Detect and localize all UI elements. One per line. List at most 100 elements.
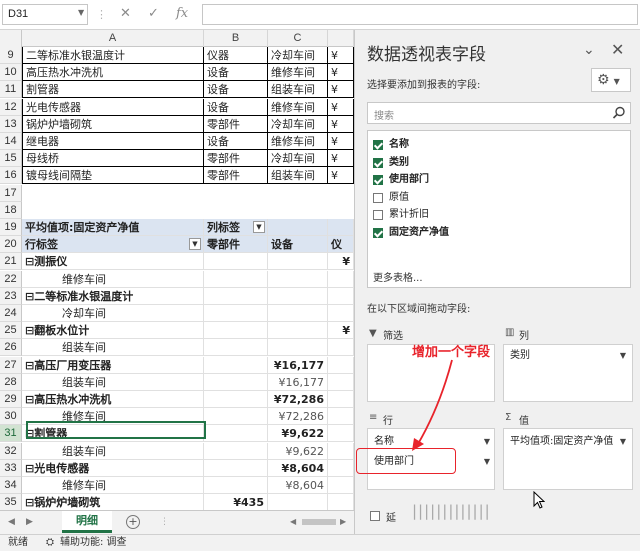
- cell-c[interactable]: ¥72,286: [268, 408, 328, 426]
- cell-d[interactable]: [328, 305, 354, 322]
- column-header-c[interactable]: C: [268, 30, 328, 47]
- cell-c[interactable]: [268, 305, 328, 322]
- column-header-a[interactable]: A: [22, 30, 204, 47]
- cell-d[interactable]: [328, 425, 354, 443]
- cell-b[interactable]: 设备: [204, 133, 268, 150]
- cell-d[interactable]: [328, 287, 354, 305]
- columns-drop-zone[interactable]: 类别 ▼: [503, 344, 633, 402]
- defer-update-checkbox[interactable]: [370, 511, 380, 521]
- row-number[interactable]: 14: [0, 133, 22, 150]
- row-number[interactable]: 29: [0, 391, 22, 408]
- cell-b[interactable]: 零部件: [204, 167, 268, 185]
- cell-b[interactable]: ¥435: [204, 494, 268, 510]
- cell-b[interactable]: 仪器: [204, 47, 268, 64]
- cell-d[interactable]: ¥: [328, 133, 354, 150]
- cell-d[interactable]: [328, 356, 354, 374]
- cell-b[interactable]: 零部件: [204, 115, 268, 133]
- cell-b[interactable]: [204, 459, 268, 477]
- scroll-left-icon[interactable]: ◀: [290, 517, 296, 526]
- name-box-dropdown-icon[interactable]: ▼: [78, 8, 84, 17]
- scroll-right-icon[interactable]: ▶: [340, 517, 346, 526]
- cell-d[interactable]: [328, 494, 354, 510]
- chevron-down-icon[interactable]: ▼: [484, 453, 490, 470]
- cell-b[interactable]: [204, 408, 268, 426]
- cell-b[interactable]: 列标签 ▼: [204, 219, 268, 236]
- cell-c[interactable]: ¥72,286: [268, 391, 328, 408]
- cell-a[interactable]: ⊟测振仪: [22, 253, 204, 271]
- cell-a[interactable]: ⊟高压厂用变压器: [22, 356, 204, 374]
- cell-a[interactable]: 锅炉炉墙砌筑: [22, 115, 204, 133]
- cell-a[interactable]: 平均值项:固定资产净值: [22, 219, 204, 236]
- row-number[interactable]: 12: [0, 98, 22, 116]
- row-number[interactable]: 11: [0, 81, 22, 99]
- chevron-down-icon[interactable]: ⌄: [583, 42, 595, 58]
- cell-c[interactable]: 维修车间: [268, 133, 328, 150]
- cell-a[interactable]: 割管器: [22, 81, 204, 99]
- row-number[interactable]: 27: [0, 356, 22, 374]
- chevron-down-icon[interactable]: ▼: [620, 347, 626, 364]
- cell-d[interactable]: ¥: [328, 115, 354, 133]
- filter-dropdown-icon[interactable]: ▼: [189, 238, 201, 251]
- field-item[interactable]: 累计折旧: [373, 207, 429, 223]
- cell-c[interactable]: 组装车间: [268, 167, 328, 185]
- row-number[interactable]: 33: [0, 459, 22, 477]
- cell-d[interactable]: [328, 459, 354, 477]
- sheet-tab-detail[interactable]: 明细: [62, 511, 112, 533]
- cell-c[interactable]: ¥9,622: [268, 425, 328, 443]
- cell-c[interactable]: 维修车间: [268, 98, 328, 116]
- cell-a[interactable]: 组装车间: [22, 339, 204, 357]
- tab-split-dots[interactable]: ⋮: [160, 517, 169, 527]
- cell-d[interactable]: [328, 477, 354, 494]
- prev-sheet-icon[interactable]: ◀: [8, 517, 15, 527]
- more-tables-link[interactable]: 更多表格...: [373, 269, 423, 284]
- field-checkbox[interactable]: [373, 140, 383, 150]
- field-search-box[interactable]: 搜索: [367, 102, 631, 124]
- cell-d[interactable]: [328, 219, 354, 236]
- row-number[interactable]: 21: [0, 253, 22, 271]
- cell-d[interactable]: [328, 339, 354, 357]
- cell-c[interactable]: [268, 270, 328, 288]
- cell-d[interactable]: ¥: [328, 167, 354, 185]
- cell-d[interactable]: [328, 270, 354, 288]
- cell-d[interactable]: [328, 373, 354, 391]
- cell-a[interactable]: 维修车间: [22, 270, 204, 288]
- cell-a[interactable]: ⊟高压热水冲洗机: [22, 391, 204, 408]
- cell-d[interactable]: ¥: [328, 150, 354, 168]
- cell-b[interactable]: 零部件: [204, 150, 268, 168]
- column-header-b[interactable]: B: [204, 30, 268, 47]
- cell-d[interactable]: ¥: [328, 322, 354, 340]
- filter-dropdown-icon[interactable]: ▼: [253, 221, 265, 233]
- field-item[interactable]: 固定资产净值: [373, 225, 449, 241]
- cell-a[interactable]: 镀母线间隔垫: [22, 167, 204, 185]
- cell-d[interactable]: ¥: [328, 253, 354, 271]
- row-number[interactable]: 20: [0, 236, 22, 254]
- cell-b[interactable]: 设备: [204, 98, 268, 116]
- field-item[interactable]: 类别: [373, 155, 409, 171]
- cell-c[interactable]: 维修车间: [268, 64, 328, 82]
- row-number[interactable]: 15: [0, 150, 22, 168]
- cell-a[interactable]: ⊟锅炉炉墙砌筑: [22, 494, 204, 510]
- search-icon[interactable]: [612, 106, 626, 120]
- cell-c[interactable]: 组装车间: [268, 81, 328, 99]
- cell-a[interactable]: ⊟割管器: [22, 425, 204, 443]
- scroll-thumb[interactable]: [302, 519, 336, 525]
- row-number[interactable]: 22: [0, 270, 22, 288]
- cell-b[interactable]: 设备: [204, 64, 268, 82]
- cell-c[interactable]: [268, 287, 328, 305]
- cell-c[interactable]: [268, 339, 328, 357]
- row-number[interactable]: 16: [0, 167, 22, 185]
- field-item[interactable]: 名称: [373, 137, 409, 153]
- field-item[interactable]: 使用部门: [373, 172, 429, 188]
- worksheet-grid[interactable]: A B C 9 二等标准水银温度计 仪器 冷却车间 ¥10 高压热水冲洗机 设备 维修车间 ¥1…: [0, 30, 354, 510]
- add-sheet-icon[interactable]: +: [126, 515, 140, 529]
- accessibility-status[interactable]: 辅助功能: 调查: [60, 535, 127, 551]
- field-checkbox[interactable]: [373, 192, 383, 203]
- cell-c[interactable]: [268, 219, 328, 236]
- cell-b[interactable]: 零部件: [204, 236, 268, 254]
- chevron-down-icon[interactable]: ▼: [484, 433, 490, 450]
- value-field-chip[interactable]: 平均值项:固定资产净值 ▼: [506, 433, 630, 450]
- row-number[interactable]: 34: [0, 477, 22, 494]
- cell-b[interactable]: [204, 373, 268, 391]
- cell-d[interactable]: [328, 442, 354, 460]
- cell-b[interactable]: [204, 339, 268, 357]
